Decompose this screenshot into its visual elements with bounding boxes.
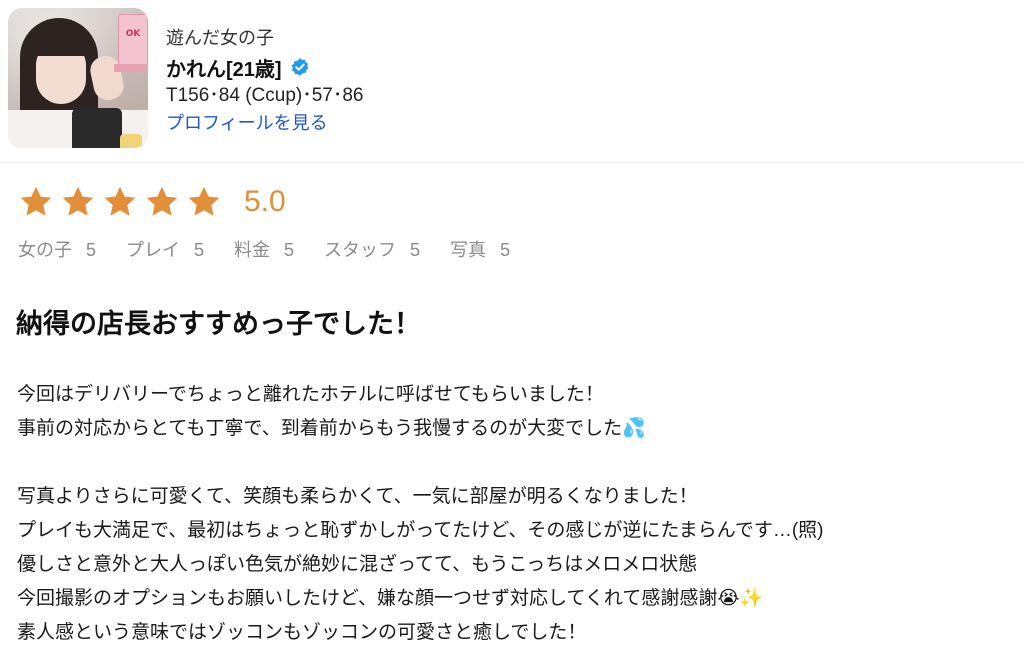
sub-rating-play: プレイ 5: [126, 240, 205, 260]
review-title: 納得の店長おすすめっ子でした！: [16, 309, 421, 339]
avatar-badge: OK: [118, 14, 148, 70]
star-icon: [104, 186, 136, 216]
played-label: 遊んだ女の子: [166, 28, 274, 48]
review-line: 今回はデリバリーでちょっと離れたホテルに呼ばせてもらいました！: [17, 384, 604, 405]
overall-rating: 5.0: [18, 182, 286, 222]
view-profile-link[interactable]: プロフィールを見る: [166, 113, 328, 133]
body-stats: T156･84 (Ccup)･57･86: [166, 85, 364, 106]
sub-rating-photo: 写真 5: [450, 240, 511, 260]
sub-rating-staff: スタッフ 5: [324, 240, 421, 260]
review-line: 今回撮影のオプションもお願いしたけど、嫌な顔一つせず対応してくれて感謝感謝😭✨: [17, 588, 764, 609]
review-body: 今回はデリバリーでちょっと離れたホテルに呼ばせてもらいました！ 事前の対応からと…: [17, 378, 1007, 650]
sub-ratings: 女の子 5 プレイ 5 料金 5 スタッフ 5 写真 5: [18, 236, 540, 262]
review-line: 写真よりさらに可愛くて、笑顔も柔らかくて、一気に部屋が明るくなりました！: [17, 486, 698, 507]
review-line: 事前の対応からとても丁寧で、到着前からもう我慢するのが大変でした💦: [17, 418, 646, 439]
verified-badge-icon: [291, 58, 308, 76]
girl-profile-card: OK 遊んだ女の子 かれん[21歳] T156･84 (Ccup)･57･86 …: [0, 0, 1024, 163]
name-row: かれん[21歳]: [166, 52, 364, 82]
rating-score: 5.0: [244, 185, 286, 218]
star-icon: [62, 186, 94, 216]
star-icon: [188, 186, 220, 216]
sub-rating-price: 料金 5: [234, 240, 295, 260]
review-line: 素人感という意味ではゾッコンもゾッコンの可愛さと癒しでした！: [17, 622, 587, 643]
star-icon: [20, 186, 52, 216]
review-line: 優しさと意外と大人っぽい色気が絶妙に混ざってて、もうこっちはメロメロ状態: [17, 554, 698, 575]
review-line: プレイも大満足で、最初はちょっと恥ずかしがってたけど、その感じが逆にたまらんです…: [17, 520, 824, 541]
profile-meta: 遊んだ女の子 かれん[21歳] T156･84 (Ccup)･57･86 プロフ…: [166, 24, 364, 136]
sub-rating-girl: 女の子 5: [18, 240, 97, 260]
avatar[interactable]: OK: [8, 8, 148, 148]
star-icon: [146, 186, 178, 216]
girl-name[interactable]: かれん[21歳]: [166, 53, 282, 82]
